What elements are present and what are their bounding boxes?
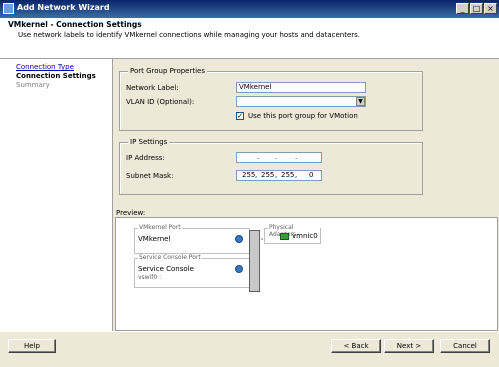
service-console-port-sub: vswif0 : [138,274,162,281]
dot: . [275,153,278,161]
preview-panel: VMkernel Port VMkernel Service Console P… [115,217,498,331]
group-title: IP Settings [128,138,170,146]
dot: , [295,171,298,179]
vlan-id-select[interactable]: ▼ [236,96,366,107]
vlan-id-label: VLAN ID (Optional): [126,98,195,106]
mask-octet-3: 255 [281,171,295,179]
dot: , [275,171,278,179]
window-icon [3,3,14,14]
main-panel: Port Group Properties Network Label: VMk… [113,59,499,331]
mask-octet-1: 255 [242,171,256,179]
dot: . [295,153,298,161]
ip-address-label: IP Address: [126,154,165,162]
port-group-properties-group: Port Group Properties Network Label: VMk… [119,67,423,131]
title-bar: Add Network Wizard _ □ × [0,0,499,18]
ip-address-input[interactable]: . . . [236,152,322,163]
dot: , [255,171,258,179]
maximize-button[interactable]: □ [470,3,483,14]
help-button[interactable]: Help [8,339,56,353]
subnet-mask-label: Subnet Mask: [126,172,174,180]
mask-octet-2: 255 [261,171,275,179]
window-title: Add Network Wizard [17,3,110,12]
back-button[interactable]: < Back [331,339,381,353]
nav-item-connection-type[interactable]: Connection Type [16,63,74,71]
adapter-name: vmnic0 [292,232,318,240]
wizard-header: VMkernel - Connection Settings Use netwo… [0,18,499,59]
wizard-steps-nav: Connection Type Connection Settings Summ… [0,59,113,331]
network-label-input[interactable]: VMkernel [236,82,366,93]
vmkernel-port-box: VMkernel Port VMkernel [134,224,250,254]
dropdown-arrow-icon[interactable]: ▼ [356,97,365,106]
subnet-mask-input[interactable]: 255 , 255 , 255 , 0 [236,170,322,181]
nav-item-connection-settings: Connection Settings [16,72,96,80]
cancel-button[interactable]: Cancel [440,339,490,353]
mask-octet-4: 0 [309,171,314,179]
vmkernel-port-tag: VMkernel Port [138,224,182,231]
vswitch-bar [249,230,260,292]
next-button[interactable]: Next > [384,339,434,353]
ip-settings-group: IP Settings IP Address: . . . Subnet Mas… [119,138,423,195]
close-button[interactable]: × [484,3,497,14]
network-label-label: Network Label: [126,84,179,92]
group-title: Port Group Properties [128,67,208,75]
vmkernel-port-name: VMkernel [138,235,171,243]
button-bar: Help < Back Next > Cancel [0,331,499,367]
network-icon [235,265,243,273]
nav-item-summary: Summary [16,81,50,89]
preview-label: Preview: [116,209,146,217]
dot: . [257,153,260,161]
page-subtitle: Use network labels to identify VMkernel … [18,31,360,39]
page-title: VMkernel - Connection Settings [8,20,142,29]
vmotion-checkbox-label: Use this port group for VMotion [248,112,358,120]
network-icon [235,235,243,243]
vmotion-checkbox[interactable]: ✓ [236,112,244,120]
minimize-button[interactable]: _ [456,3,469,14]
service-console-port-name: Service Console [138,265,194,273]
checkmark-icon: ✓ [237,112,243,120]
service-console-port-box: Service Console Port Service Console vsw… [134,254,250,288]
service-console-port-tag: Service Console Port [138,254,202,261]
nic-icon [280,233,289,240]
physical-adapters-box: Physical Adapters vmnic0 [264,224,321,244]
